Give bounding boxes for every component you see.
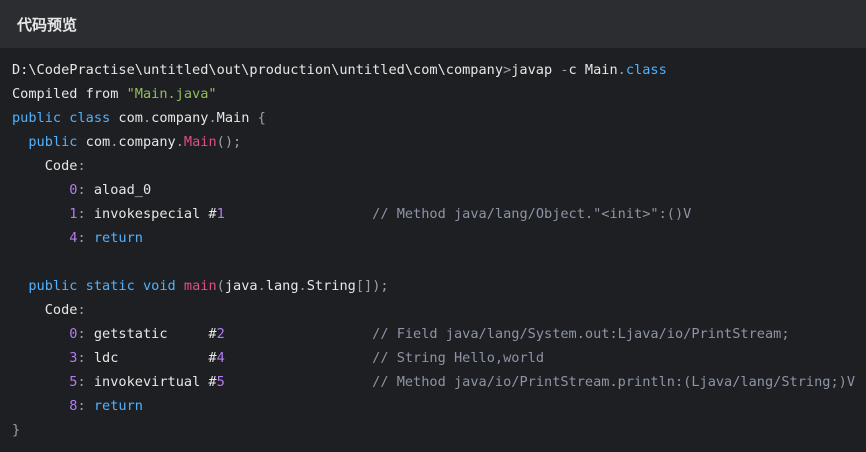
code-token: // Method java/lang/Object."<init>":()V: [372, 206, 692, 222]
code-token: Compiled from: [12, 86, 127, 102]
code-token: :: [77, 326, 94, 342]
code-token: class: [625, 62, 667, 78]
code-token: public: [28, 278, 78, 294]
code-token: public: [28, 134, 78, 150]
code-line: 3: ldc #4 // String Hello,world: [12, 346, 855, 370]
code-block[interactable]: D:\CodePractise\untitled\out\production\…: [12, 58, 855, 442]
code-line: Code:: [12, 298, 855, 322]
code-token: 1: [216, 206, 225, 222]
code-token: public: [12, 110, 62, 126]
code-token: Code: [12, 302, 78, 318]
code-token: :: [77, 398, 94, 414]
code-token: .: [142, 110, 152, 126]
code-token: main: [183, 278, 217, 294]
code-line: 8: return: [12, 394, 855, 418]
code-line: public static void main(java.lang.String…: [12, 274, 855, 298]
code-token: void: [142, 278, 176, 294]
code-token: :: [77, 350, 94, 366]
code-token: D:\CodePractise\untitled\out\production\…: [12, 62, 504, 78]
code-line: 1: invokespecial #1 // Method java/lang/…: [12, 202, 855, 226]
code-token: 5: [216, 374, 225, 390]
code-token: Main: [216, 110, 258, 126]
code-token: :: [77, 230, 94, 246]
code-token: // String Hello,world: [372, 350, 545, 366]
code-token: .: [298, 278, 307, 294]
code-token: .: [208, 110, 217, 126]
code-token: }: [12, 422, 21, 438]
code-token: :: [77, 374, 94, 390]
code-line: ​: [12, 250, 855, 274]
code-token: {: [257, 110, 266, 126]
code-line: Code:: [12, 154, 855, 178]
code-line: 5: invokevirtual #5 // Method java/io/Pr…: [12, 370, 855, 394]
code-token: return: [93, 230, 143, 246]
code-token: Code: [12, 158, 78, 174]
code-token: .: [175, 134, 184, 150]
code-token: java: [224, 278, 258, 294]
code-token: :: [77, 302, 86, 318]
code-token: 2: [216, 326, 225, 342]
code-token: company: [151, 110, 209, 126]
code-line: Compiled from "Main.java": [12, 82, 855, 106]
code-token: []);: [355, 278, 389, 294]
code-line: 0: getstatic #2 // Field java/lang/Syste…: [12, 322, 855, 346]
code-line: 0: aload_0: [12, 178, 855, 202]
code-token: :: [77, 206, 94, 222]
panel-title: 代码预览: [17, 15, 78, 34]
panel-header: 代码预览: [0, 0, 866, 49]
code-token: ldc #: [93, 350, 217, 366]
code-token: static: [85, 278, 135, 294]
code-line: public class com.company.Main {: [12, 106, 855, 130]
code-line: D:\CodePractise\untitled\out\production\…: [12, 58, 855, 82]
code-token: :: [77, 158, 86, 174]
code-token: Main: [183, 134, 217, 150]
code-token: (: [216, 278, 225, 294]
code-token: company: [118, 134, 176, 150]
code-token: getstatic #: [93, 326, 217, 342]
code-line: }: [12, 418, 855, 442]
code-token: aload_0: [93, 182, 152, 198]
code-token: "Main.java": [126, 86, 217, 102]
code-token: return: [93, 398, 143, 414]
code-token: -: [560, 62, 569, 78]
code-token: // Field java/lang/System.out:Ljava/io/P…: [372, 326, 790, 342]
code-token: :: [77, 182, 94, 198]
code-token: invokevirtual #: [93, 374, 217, 390]
code-token: class: [69, 110, 111, 126]
code-token: com: [110, 110, 143, 126]
code-token: ();: [216, 134, 242, 150]
code-preview-panel: 代码预览 D:\CodePractise\untitled\out\produc…: [0, 0, 866, 452]
code-token: com: [77, 134, 111, 150]
code-token: lang: [265, 278, 299, 294]
code-line: public com.company.Main();: [12, 130, 855, 154]
code-token: invokespecial #: [93, 206, 217, 222]
code-line: 4: return: [12, 226, 855, 250]
code-token: // Method java/io/PrintStream.println:(L…: [372, 374, 856, 390]
code-token: .: [257, 278, 266, 294]
code-token: .: [617, 62, 626, 78]
code-token: javap: [511, 62, 561, 78]
code-token: 4: [216, 350, 225, 366]
code-token: c Main: [568, 62, 618, 78]
code-token: String: [306, 278, 356, 294]
